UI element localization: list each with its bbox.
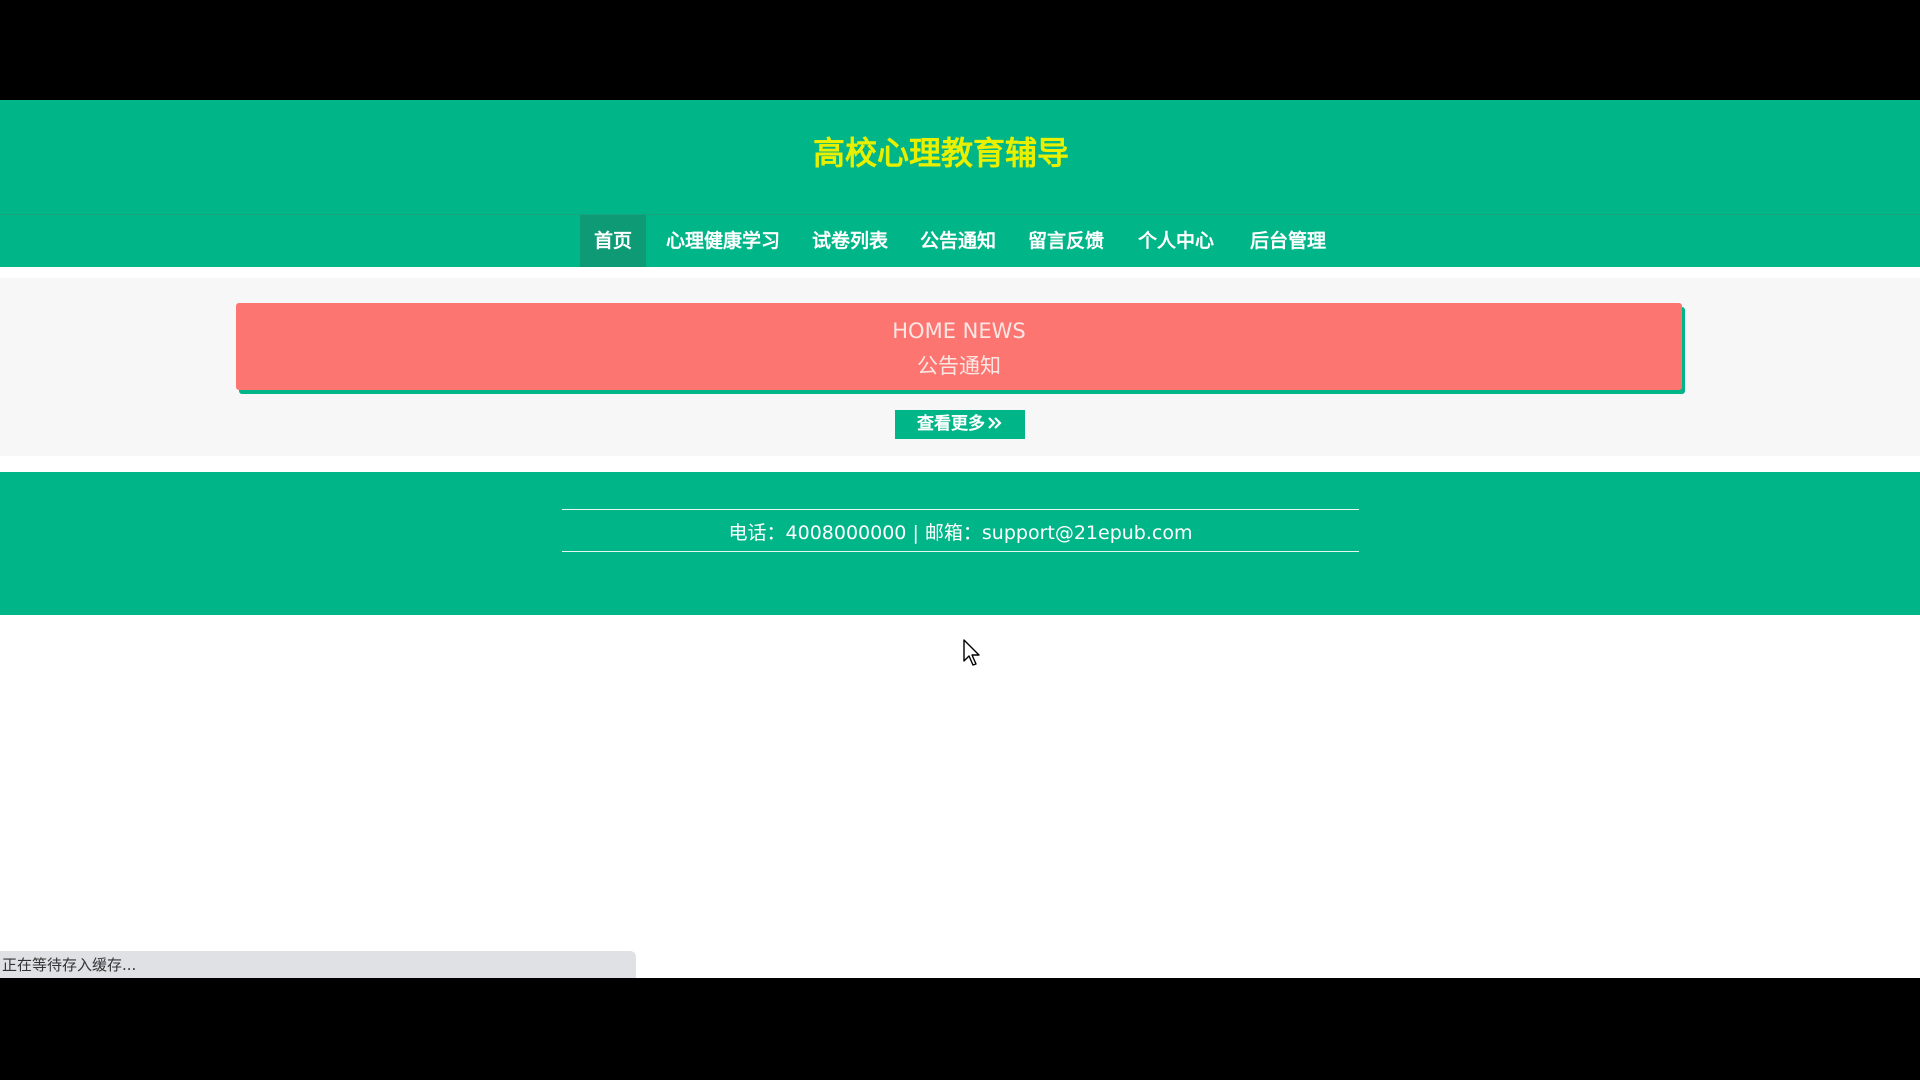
double-chevron-right-icon [987,414,1003,434]
nav-item-feedback[interactable]: 留言反馈 [1016,215,1116,267]
browser-viewport: 高校心理教育辅导 首页 心理健康学习 试卷列表 公告通知 留言反馈 个人中心 后… [0,100,1920,978]
browser-status-bar: 正在等待存入缓存... [0,951,636,978]
nav-item-notices[interactable]: 公告通知 [908,215,1008,267]
footer-divider-top [562,509,1359,510]
nav-item-home[interactable]: 首页 [580,215,646,267]
site-header: 高校心理教育辅导 首页 心理健康学习 试卷列表 公告通知 留言反馈 个人中心 后… [0,100,1920,267]
footer-divider-bottom [562,551,1359,552]
footer-contact: 电话：4008000000 | 邮箱：support@21epub.com [728,522,1193,544]
nav-item-profile[interactable]: 个人中心 [1127,215,1225,267]
mouse-cursor-icon [963,639,980,666]
nav-item-admin[interactable]: 后台管理 [1238,215,1338,267]
view-more-button[interactable]: 查看更多 [895,410,1025,439]
news-title-en: HOME NEWS [892,319,1026,343]
nav-item-mental-health-study[interactable]: 心理健康学习 [656,215,790,267]
notice-section: HOME NEWS 公告通知 查看更多 [0,278,1920,456]
nav-item-exam-list[interactable]: 试卷列表 [802,215,898,267]
news-banner: HOME NEWS 公告通知 [236,303,1682,390]
site-title: 高校心理教育辅导 [812,134,1069,172]
main-nav: 首页 心理健康学习 试卷列表 公告通知 留言反馈 个人中心 后台管理 [0,215,1920,267]
view-more-label: 查看更多 [917,414,985,434]
site-footer: 电话：4008000000 | 邮箱：support@21epub.com [0,472,1920,615]
news-title-cn: 公告通知 [917,354,1001,378]
